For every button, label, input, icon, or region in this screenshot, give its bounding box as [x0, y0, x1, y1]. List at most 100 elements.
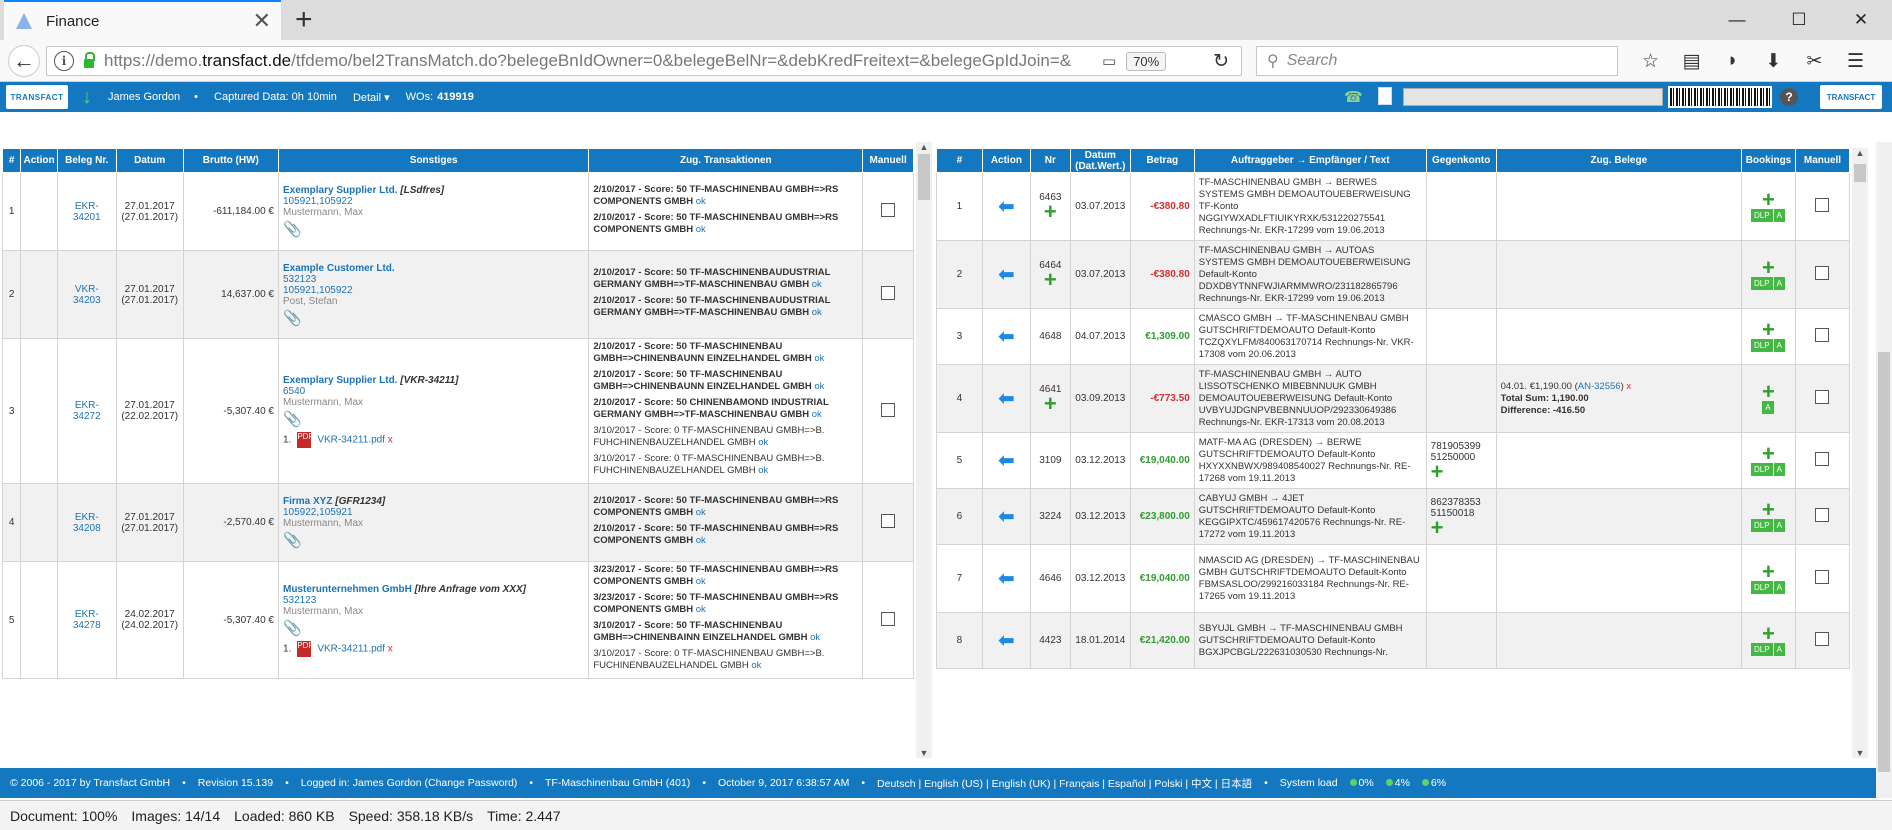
a-button[interactable]: A: [1762, 401, 1774, 414]
manual-checkbox[interactable]: [1815, 508, 1830, 522]
match-arrow-icon[interactable]: ⬅: [998, 568, 1015, 590]
ok-link[interactable]: ok: [758, 465, 768, 476]
dlp-button[interactable]: DLP: [1751, 209, 1773, 222]
ok-link[interactable]: ok: [810, 632, 820, 643]
ok-link[interactable]: ok: [696, 604, 706, 615]
manual-checkbox[interactable]: [881, 286, 896, 300]
pdf-link[interactable]: VKR-34211.pdf: [317, 643, 385, 654]
add-booking-icon[interactable]: +: [1746, 499, 1791, 521]
download-icon[interactable]: ⬇: [1753, 50, 1794, 73]
column-header[interactable]: Action: [20, 148, 58, 173]
user-name[interactable]: James Gordon: [108, 91, 180, 103]
logged-in[interactable]: Logged in: James Gordon (Change Password…: [301, 777, 518, 789]
app-search-input[interactable]: [1403, 88, 1663, 106]
column-header[interactable]: #: [2, 148, 22, 173]
manual-checkbox[interactable]: [881, 611, 896, 626]
minimize-icon[interactable]: —: [1706, 0, 1768, 40]
column-header[interactable]: Manuell: [862, 148, 914, 173]
column-header[interactable]: Zug. Belege: [1495, 148, 1742, 173]
scroll-thumb[interactable]: [1854, 164, 1866, 182]
add-booking-icon[interactable]: +: [1746, 381, 1791, 403]
browser-tab[interactable]: Finance ✕: [4, 0, 281, 40]
remove-icon[interactable]: x: [1626, 381, 1631, 392]
column-header[interactable]: #: [936, 148, 983, 173]
column-header[interactable]: Beleg Nr.: [56, 148, 117, 173]
remove-icon[interactable]: x: [385, 434, 393, 445]
id-links[interactable]: 532123: [283, 274, 316, 285]
ok-link[interactable]: ok: [812, 409, 822, 420]
dlp-button[interactable]: DLP: [1751, 463, 1773, 476]
column-header[interactable]: Sonstiges: [277, 148, 590, 173]
page-scroll-thumb[interactable]: [1878, 352, 1890, 772]
manual-checkbox[interactable]: [1815, 266, 1830, 280]
a-button[interactable]: A: [1773, 339, 1785, 352]
ok-link[interactable]: ok: [758, 437, 768, 448]
manual-checkbox[interactable]: [1815, 328, 1830, 342]
ok-link[interactable]: ok: [751, 660, 761, 671]
manual-checkbox[interactable]: [1815, 198, 1830, 212]
address-bar[interactable]: i https://demo.transfact.de/tfdemo/bel2T…: [46, 46, 1242, 76]
back-arrow-icon[interactable]: ←: [8, 45, 40, 77]
dlp-button[interactable]: DLP: [1751, 277, 1773, 290]
add-booking-icon[interactable]: +: [1746, 319, 1791, 341]
a-button[interactable]: A: [1773, 277, 1785, 290]
ok-link[interactable]: ok: [696, 196, 706, 207]
info-icon[interactable]: i: [54, 51, 74, 71]
id-links[interactable]: 105921,105922: [283, 196, 353, 207]
add-booking-icon[interactable]: +: [1746, 189, 1791, 211]
manual-checkbox[interactable]: [881, 203, 896, 217]
add-booking-icon[interactable]: +: [1746, 443, 1791, 465]
beleg-link[interactable]: EKR-34208: [73, 512, 101, 534]
column-header[interactable]: Bookings: [1740, 148, 1796, 173]
transfact-logo[interactable]: TRANSFACT: [6, 85, 68, 109]
match-arrow-icon[interactable]: ⬅: [998, 326, 1015, 348]
phone-icon[interactable]: ☎: [1344, 88, 1363, 106]
download-arrow-icon[interactable]: ↓: [82, 86, 92, 109]
ok-link[interactable]: ok: [812, 307, 822, 318]
row-action[interactable]: [20, 250, 58, 339]
beleg-link[interactable]: EKR-34272: [73, 400, 101, 422]
a-button[interactable]: A: [1773, 463, 1785, 476]
close-tab-icon[interactable]: ✕: [253, 8, 271, 34]
language-links[interactable]: Deutsch | English (US) | English (UK) | …: [877, 776, 1252, 791]
add-icon[interactable]: +: [1035, 201, 1066, 223]
manual-checkbox[interactable]: [1815, 452, 1830, 466]
ok-link[interactable]: ok: [696, 224, 706, 235]
partner-name[interactable]: Exemplary Supplier Ltd.: [283, 185, 397, 196]
add-booking-icon[interactable]: +: [1746, 623, 1791, 645]
transactions-scrollbar[interactable]: ▲ ▼: [1852, 148, 1868, 758]
remove-icon[interactable]: x: [385, 643, 393, 654]
partner-name[interactable]: Exemplary Supplier Ltd.: [283, 375, 397, 386]
screenshot-icon[interactable]: ✂: [1794, 50, 1835, 73]
id-links-2[interactable]: 105921,105922: [283, 285, 353, 296]
reader-view-icon[interactable]: ▭: [1102, 52, 1116, 70]
paperclip-icon[interactable]: 📎: [283, 619, 584, 637]
add-booking-icon[interactable]: +: [1746, 561, 1791, 583]
a-button[interactable]: A: [1773, 581, 1785, 594]
barcode-icon[interactable]: [1668, 86, 1772, 108]
paperclip-icon[interactable]: 📎: [283, 309, 584, 327]
partner-name[interactable]: Firma XYZ: [283, 496, 332, 507]
column-header[interactable]: Auftraggeber → Empfänger / Text: [1193, 148, 1427, 173]
match-arrow-icon[interactable]: ⬅: [998, 630, 1015, 652]
row-action[interactable]: [20, 172, 58, 251]
dlp-button[interactable]: DLP: [1751, 519, 1773, 532]
help-icon[interactable]: ?: [1780, 88, 1798, 106]
column-header[interactable]: Manuell: [1794, 148, 1850, 173]
documents-scrollbar[interactable]: ▲ ▼: [916, 142, 932, 758]
scroll-down-icon[interactable]: ▼: [1852, 748, 1868, 758]
column-header[interactable]: Datum: [115, 148, 184, 173]
add-icon[interactable]: +: [1431, 516, 1492, 538]
add-icon[interactable]: +: [1035, 269, 1066, 291]
scroll-thumb[interactable]: [918, 154, 930, 200]
column-header[interactable]: Brutto (HW): [182, 148, 279, 173]
document-icon[interactable]: [1378, 87, 1392, 105]
add-icon[interactable]: +: [1035, 393, 1066, 415]
search-input[interactable]: ⚲ Search: [1256, 46, 1618, 76]
ok-link[interactable]: ok: [696, 576, 706, 587]
ok-link[interactable]: ok: [814, 381, 824, 392]
reading-list-icon[interactable]: ▤: [1671, 50, 1712, 73]
ok-link[interactable]: ok: [696, 535, 706, 546]
row-action[interactable]: [20, 561, 58, 679]
paperclip-icon[interactable]: 📎: [283, 410, 584, 428]
